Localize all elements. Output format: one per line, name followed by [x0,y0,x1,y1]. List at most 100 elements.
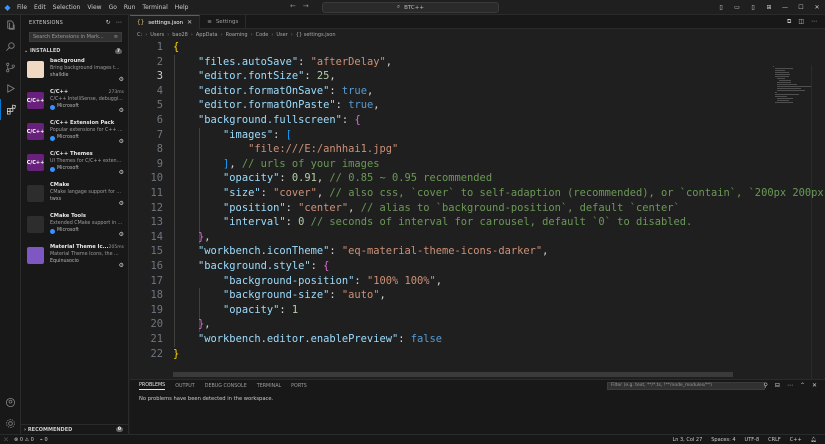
end-of-line[interactable]: CRLF [768,437,781,443]
extension-logo-icon: C/C++ [27,154,44,171]
chevron-up-icon[interactable]: ⌃ [800,382,805,389]
run-debug-icon[interactable] [0,78,21,99]
ports-status[interactable]: ⌁ 0 [40,437,48,443]
code-token: : [279,303,292,316]
code-token: , [316,187,330,199]
filter-extensions-icon[interactable]: ⋯ [116,19,122,26]
code-token: "afterDelay" [310,55,386,68]
tab-debug-console[interactable]: DEBUG CONSOLE [205,384,247,389]
menu-terminal[interactable]: Terminal [142,4,167,11]
problems-status[interactable]: ⊗ 0 ⚠ 0 [14,437,34,443]
problems-filter-input[interactable]: Filter (e.g. text, **/*.ts, !**/node_mod… [607,382,765,390]
notifications-icon[interactable]: 🔔︎ [811,437,817,443]
encoding[interactable]: UTF-8 [745,437,760,443]
extension-item[interactable]: C/C++ C/C++ Themes UI Themes for C/C++ ext… [21,149,128,180]
breadcrumb-segment[interactable]: {} settings.json [296,32,336,38]
remote-icon[interactable]: ⤫ [4,437,8,443]
breadcrumb-segment[interactable]: bao28 [172,32,188,38]
extension-item[interactable]: background Bring background images t... sh… [21,56,128,87]
tab-ports[interactable]: PORTS [291,384,307,389]
menu-selection[interactable]: Selection [53,4,81,11]
breadcrumb-segment[interactable]: Users [150,32,164,38]
forward-arrow-icon[interactable]: → [303,2,309,10]
extension-item[interactable]: C/C++ C/C++ Extension Pack Popular extensi… [21,118,128,149]
code-text: { [173,40,179,55]
breadcrumb-segment[interactable]: Roaming [226,32,248,38]
extensions-icon[interactable] [0,99,21,120]
extension-item[interactable]: C/C++ C/C++ 273ms C/C++ IntelliSense, debug… [21,87,128,118]
breadcrumb-segment[interactable]: AppData [196,32,218,38]
extension-item[interactable]: CMake Tools Extended CMake support in ...… [21,211,128,242]
split-editor-icon[interactable]: ◫ [798,18,804,25]
breadcrumb-segment[interactable]: User [276,32,287,38]
manage-extension-gear-icon[interactable]: ⚙ [119,262,124,269]
menu-view[interactable]: View [87,4,101,11]
refresh-icon[interactable]: ↻ [106,19,111,26]
code-editor[interactable]: 1{2 "files.autoSave": "afterDelay", 3 "ed… [130,40,825,404]
code-token: : [273,128,286,141]
filter-icon[interactable]: ⚲ [764,382,768,389]
manage-extension-gear-icon[interactable]: ⚙ [119,138,124,145]
more-actions-icon[interactable]: ⋯ [811,18,817,25]
tab-settings-json[interactable]: {} settings.json ✕ [130,15,201,29]
collapse-all-icon[interactable]: ⊟ [775,382,780,389]
command-center-search[interactable]: ⌕ BTC++ [322,2,499,13]
extension-logo-icon [27,247,44,264]
manage-extension-gear-icon[interactable]: ⚙ [119,107,124,114]
close-tab-icon[interactable]: ✕ [187,19,192,26]
toggle-panel-icon[interactable]: ▭ [729,4,745,11]
extension-search-input[interactable]: Search Extensions in Mark... ≡ [29,32,122,42]
open-settings-ui-icon[interactable]: ⧉ [787,18,791,26]
clear-filter-icon[interactable]: ≡ [114,34,118,40]
code-token: "editor.fontSize" [198,70,305,83]
cursor-position[interactable]: Ln 3, Col 27 [672,437,702,443]
horizontal-scrollbar[interactable] [173,372,733,377]
code-token: , [204,318,211,331]
extension-item[interactable]: Material Theme Ic... 205ms Material Theme … [21,242,128,273]
manage-extension-gear-icon[interactable]: ⚙ [119,169,124,176]
manage-extension-gear-icon[interactable]: ⚙ [119,200,124,207]
breadcrumb-separator-icon: › [167,31,170,38]
line-number: 4 [156,84,163,97]
manage-extension-gear-icon[interactable]: ⚙ [119,76,124,83]
more-actions-icon[interactable]: ⋯ [787,382,793,389]
maximize-icon[interactable]: ☐ [793,4,809,11]
recommended-section-header[interactable]: › RECOMMENDED 0 [21,424,129,434]
toggle-sidebar-icon[interactable]: ▯ [713,4,729,11]
menu-file[interactable]: File [17,4,27,11]
installed-section-header[interactable]: ⌄ INSTALLED 7 [21,46,128,56]
menu-help[interactable]: Help [175,4,189,11]
tab-problems[interactable]: PROBLEMS [139,383,166,390]
code-token: "editor.formatOnSave" [198,84,330,97]
breadcrumb-segment[interactable]: C: [137,32,142,38]
close-panel-icon[interactable]: ✕ [812,382,817,389]
language-mode[interactable]: C++ [790,437,802,443]
toggle-secondary-sidebar-icon[interactable]: ▯ [745,4,761,11]
extension-item[interactable]: CMake CMake langage support for ... twxs ⚙ [21,180,128,211]
source-control-icon[interactable] [0,57,21,78]
manage-extension-gear-icon[interactable]: ⚙ [119,231,124,238]
tab-terminal[interactable]: TERMINAL [257,384,281,389]
customize-layout-icon[interactable]: ⊞ [761,4,777,11]
settings-file-icon: ≡ [207,19,212,25]
menu-go[interactable]: Go [109,4,117,11]
code-token: // alias to `background-position`, defau… [360,201,680,214]
close-window-icon[interactable]: ✕ [809,4,825,11]
breadcrumb-segment[interactable]: Code [256,32,269,38]
tab-settings[interactable]: ≡ Settings [200,15,247,29]
code-token: "eq-material-theme-icons-darker" [341,245,543,258]
menu-run[interactable]: Run [124,4,136,11]
search-icon[interactable] [0,36,21,57]
minimize-icon[interactable]: — [777,4,793,11]
menu-edit[interactable]: Edit [34,4,46,11]
settings-gear-icon[interactable] [0,413,21,434]
back-arrow-icon[interactable]: ← [290,2,296,10]
extension-description: Material Theme Icons, the ... [50,252,119,257]
indentation[interactable]: Spaces: 4 [711,437,735,443]
tab-output[interactable]: OUTPUT [175,384,195,389]
explorer-icon[interactable] [0,15,21,36]
code-token: "files.autoSave" [198,55,299,68]
account-icon[interactable] [0,392,21,413]
